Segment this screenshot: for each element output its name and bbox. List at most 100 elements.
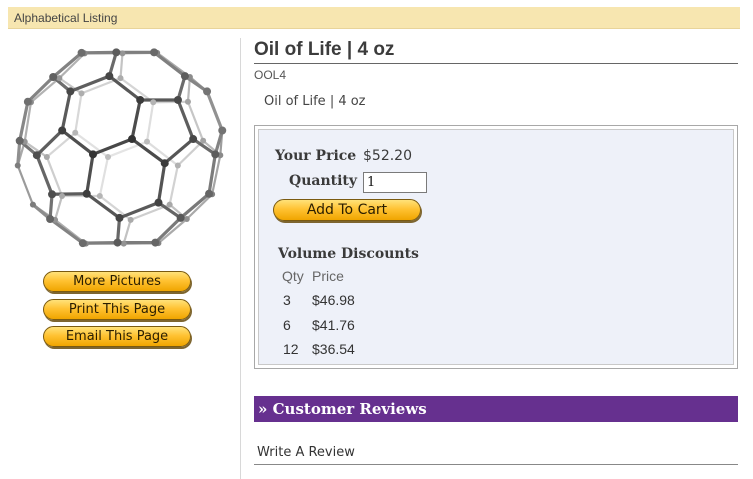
quantity-label: Quantity: [289, 173, 358, 189]
product-image[interactable]: [8, 36, 232, 260]
ball-edge: [50, 192, 89, 196]
reviews-divider: [254, 464, 738, 465]
discount-header-price: Price: [312, 268, 344, 284]
ball-node: [150, 99, 157, 106]
ball-node: [105, 72, 114, 81]
product-sku: OOL4: [254, 68, 287, 82]
ball-node: [200, 137, 207, 144]
ball-node: [160, 159, 169, 168]
ball-edge: [98, 155, 110, 198]
discount-row-price: $46.98: [312, 292, 355, 308]
product-subname: Oil of Life | 4 oz: [264, 94, 366, 109]
ball-node: [205, 189, 214, 198]
print-page-button[interactable]: Print This Page: [43, 299, 191, 320]
product-sidebar: [0, 30, 240, 479]
product-title: Oil of Life | 4 oz: [254, 39, 395, 60]
ball-node: [154, 198, 163, 207]
ball-node: [113, 238, 122, 247]
ball-edge: [26, 75, 55, 104]
title-divider: [254, 63, 738, 64]
ball-edge: [119, 52, 124, 80]
ball-edge: [85, 152, 95, 196]
discount-header-qty: Qty: [282, 268, 304, 284]
breadcrumb-bar: Alphabetical Listing: [8, 7, 740, 29]
ball-node: [78, 239, 87, 248]
ball-node: [203, 87, 212, 96]
discount-row-qty: 12: [283, 341, 299, 357]
breadcrumb-label[interactable]: Alphabetical Listing: [14, 11, 117, 25]
discount-row-price: $41.76: [312, 317, 355, 333]
quantity-input[interactable]: [363, 172, 427, 193]
ball-node: [32, 151, 41, 160]
write-review-link[interactable]: Write A Review: [257, 445, 355, 460]
ball-node: [49, 73, 58, 82]
ball-node: [96, 193, 103, 200]
ball-edge: [176, 98, 195, 141]
ball-node: [127, 216, 134, 223]
ball-edge: [16, 164, 35, 206]
ball-edge: [122, 218, 132, 245]
ball-node: [112, 48, 121, 57]
ball-node: [59, 193, 66, 200]
ball-node: [14, 162, 21, 169]
discount-row-price: $36.54: [312, 341, 355, 357]
ball-node: [119, 50, 126, 57]
discount-row-qty: 6: [283, 317, 291, 333]
ball-edge: [35, 153, 54, 196]
ball-edge: [145, 101, 155, 143]
add-to-cart-button[interactable]: Add To Cart: [273, 199, 421, 221]
ball-node: [29, 201, 36, 208]
email-page-button[interactable]: Email This Page: [43, 326, 191, 347]
ball-edge: [130, 98, 142, 141]
ball-node: [184, 98, 191, 105]
ball-node: [66, 87, 75, 96]
ball-node: [166, 201, 173, 208]
ball-node: [48, 190, 57, 199]
ball-node: [151, 238, 160, 247]
ball-node: [89, 150, 98, 159]
ball-edge: [157, 217, 188, 245]
ball-node: [136, 95, 145, 104]
ball-node: [104, 153, 111, 160]
ball-node: [58, 126, 67, 135]
ball-node: [23, 97, 32, 106]
ball-node: [143, 138, 150, 145]
ball-node: [117, 75, 124, 82]
more-pictures-button[interactable]: More Pictures: [43, 271, 191, 292]
column-divider: [240, 38, 241, 479]
ball-node: [78, 90, 85, 97]
price-label: Your Price: [275, 148, 357, 164]
ball-edge: [185, 193, 214, 221]
ball-edge: [163, 137, 195, 165]
ball-node: [174, 162, 181, 169]
ball-node: [183, 215, 190, 222]
price-value: $52.20: [363, 148, 412, 164]
customer-reviews-header: » Customer Reviews: [254, 396, 738, 422]
ball-node: [43, 153, 50, 160]
ball-edge: [58, 52, 86, 80]
ball-edge: [51, 51, 84, 79]
ball-node: [128, 135, 137, 144]
volume-discounts-title: Volume Discounts: [278, 246, 419, 262]
ball-edge: [53, 194, 64, 221]
ball-edge: [35, 128, 64, 157]
ball-node: [211, 150, 220, 159]
ball-node: [176, 213, 185, 222]
ball-edge: [153, 216, 183, 245]
discount-row-qty: 3: [283, 292, 291, 308]
ball-node: [189, 135, 198, 144]
ball-edge: [91, 137, 134, 156]
ball-node: [56, 75, 63, 82]
ball-edge: [179, 192, 211, 220]
ball-node: [150, 48, 159, 57]
ball-node: [180, 72, 189, 81]
ball-node: [46, 214, 55, 223]
customer-reviews-title: » Customer Reviews: [258, 400, 427, 418]
ball-node: [15, 136, 24, 145]
ball-edge: [168, 164, 179, 206]
ball-node: [173, 95, 182, 104]
ball-node: [115, 213, 124, 222]
ball-edge: [29, 76, 61, 104]
ball-edge: [152, 50, 187, 78]
ball-node: [218, 126, 227, 135]
